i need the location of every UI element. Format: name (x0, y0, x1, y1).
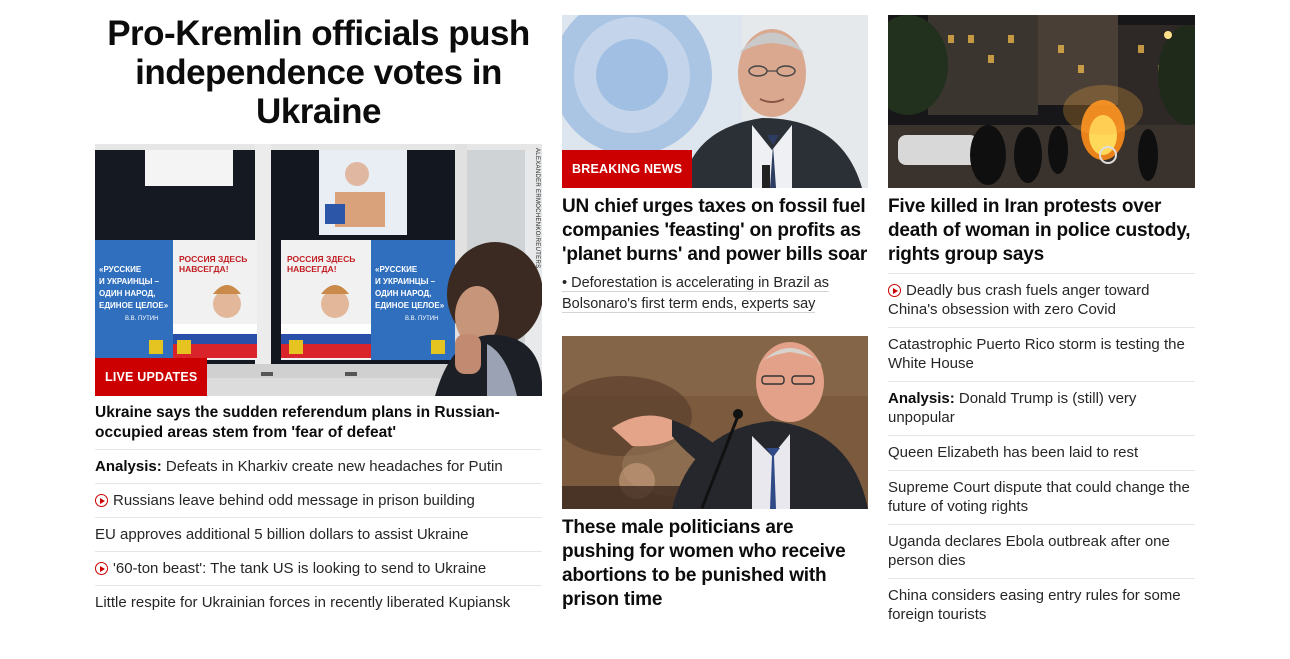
analysis-label: Analysis: (888, 390, 955, 407)
video-play-icon (95, 494, 108, 507)
svg-text:ОДИН НАРОД,: ОДИН НАРОД, (99, 289, 155, 298)
svg-text:РОССИЯ ЗДЕСЬ: РОССИЯ ЗДЕСЬ (287, 254, 355, 264)
right-headline-item-link[interactable]: Deadly bus crash fuels anger toward Chin… (888, 282, 1149, 318)
iran-protest-headline[interactable]: Five killed in Iran protests over death … (888, 195, 1195, 274)
male-politicians-headline[interactable]: These male politicians are pushing for w… (562, 516, 868, 612)
right-headline-item[interactable]: Queen Elizabeth has been laid to rest (888, 436, 1195, 471)
lead-related-item-text: Little respite for Ukrainian forces in r… (95, 594, 511, 611)
right-headline-item[interactable]: Catastrophic Puerto Rico storm is testin… (888, 328, 1195, 382)
video-play-icon (95, 562, 108, 575)
svg-text:НАВСЕГДА!: НАВСЕГДА! (287, 264, 337, 274)
sub-link-wrapper: • Deforestation is accelerating in Brazi… (562, 273, 868, 314)
svg-text:В.В. ПУТИН: В.В. ПУТИН (125, 316, 158, 322)
politician-speaking-photo (562, 336, 868, 509)
analysis-label: Analysis: (95, 458, 162, 475)
breaking-news-badge[interactable]: BREAKING NEWS (562, 150, 693, 188)
svg-text:ЕДИНОЕ ЦЕЛОЕ»: ЕДИНОЕ ЦЕЛОЕ» (99, 301, 169, 310)
svg-text:ОДИН НАРОД,: ОДИН НАРОД, (375, 289, 431, 298)
lead-related-item-text: Russians leave behind odd message in pri… (113, 492, 475, 509)
right-headline-item[interactable]: Deadly bus crash fuels anger toward Chin… (888, 274, 1195, 328)
right-headlines-list: Deadly bus crash fuels anger toward Chin… (888, 274, 1195, 632)
lead-related-item[interactable]: '60-ton beast': The tank US is looking t… (95, 552, 542, 586)
lead-story-image[interactable]: РОССИЯ ЗДЕСЬ НАВСЕГДА! РОССИЯ ЗДЕСЬ НАВС… (95, 144, 542, 396)
lead-related-item[interactable]: EU approves additional 5 billion dollars… (95, 518, 542, 552)
right-headline-item-text: Deadly bus crash fuels anger toward Chin… (888, 282, 1150, 318)
lead-related-item[interactable]: Analysis: Defeats in Kharkiv create new … (95, 450, 542, 484)
lead-related-item-link[interactable]: '60-ton beast': The tank US is looking t… (95, 560, 486, 577)
lead-story-title[interactable]: Pro-Kremlin officials push independence … (95, 14, 542, 131)
iran-protest-image[interactable] (888, 15, 1195, 188)
lead-related-item[interactable]: Russians leave behind odd message in pri… (95, 484, 542, 518)
lead-story-title-link[interactable]: Pro-Kremlin officials push independence … (107, 14, 530, 131)
lead-related-item[interactable]: Little respite for Ukrainian forces in r… (95, 586, 542, 619)
right-headline-item[interactable]: China considers easing entry rules for s… (888, 579, 1195, 632)
svg-text:«РУССКИЕ: «РУССКИЕ (99, 265, 142, 274)
svg-text:НАВСЕГДА!: НАВСЕГДА! (179, 264, 229, 274)
right-headline-item-link[interactable]: Catastrophic Puerto Rico storm is testin… (888, 336, 1185, 372)
right-headline-item[interactable]: Uganda declares Ebola outbreak after one… (888, 525, 1195, 579)
lead-story-column: Pro-Kremlin officials push independence … (95, 0, 542, 619)
lead-related-item-link[interactable]: EU approves additional 5 billion dollars… (95, 526, 469, 543)
right-headline-item-link[interactable]: China considers easing entry rules for s… (888, 587, 1181, 623)
right-column: Five killed in Iran protests over death … (888, 0, 1195, 632)
right-headline-item-text: China considers easing entry rules for s… (888, 587, 1181, 623)
right-headline-item[interactable]: Supreme Court dispute that could change … (888, 471, 1195, 525)
right-headline-item-link[interactable]: Analysis: Donald Trump is (still) very u… (888, 390, 1136, 426)
iran-protest-photo (888, 15, 1195, 188)
lead-related-item-link[interactable]: Russians leave behind odd message in pri… (95, 492, 475, 509)
lead-related-item-text: '60-ton beast': The tank US is looking t… (113, 560, 487, 577)
right-headline-item-text: Catastrophic Puerto Rico storm is testin… (888, 336, 1185, 372)
svg-text:ЕДИНОЕ ЦЕЛОЕ»: ЕДИНОЕ ЦЕЛОЕ» (375, 301, 445, 310)
middle-column: BREAKING NEWS UN chief urges taxes on fo… (562, 0, 868, 612)
live-updates-badge[interactable]: LIVE UPDATES (95, 358, 208, 396)
un-chief-image[interactable]: BREAKING NEWS (562, 15, 868, 188)
deforestation-sub-link[interactable]: • Deforestation is accelerating in Brazi… (562, 275, 830, 313)
lead-related-list: Analysis: Defeats in Kharkiv create new … (95, 450, 542, 619)
lead-related-item-text: Defeats in Kharkiv create new headaches … (165, 458, 503, 475)
svg-text:И УКРАИНЦЫ –: И УКРАИНЦЫ – (375, 277, 436, 286)
lead-related-item-link[interactable]: Analysis: Defeats in Kharkiv create new … (95, 458, 503, 475)
svg-text:И УКРАИНЦЫ –: И УКРАИНЦЫ – (99, 277, 160, 286)
right-headline-item-text: Supreme Court dispute that could change … (888, 479, 1190, 515)
right-headline-item[interactable]: Analysis: Donald Trump is (still) very u… (888, 382, 1195, 436)
right-headline-item-link[interactable]: Queen Elizabeth has been laid to rest (888, 444, 1138, 461)
lead-related-item-text: EU approves additional 5 billion dollars… (95, 526, 469, 543)
right-headline-item-text: Queen Elizabeth has been laid to rest (888, 444, 1139, 461)
image-credit: ALEXANDER ERMOCHENKO/REUTERS (534, 148, 540, 269)
right-headline-item-link[interactable]: Uganda declares Ebola outbreak after one… (888, 533, 1170, 569)
lead-related-item-link[interactable]: Little respite for Ukrainian forces in r… (95, 594, 510, 611)
right-headline-item-link[interactable]: Supreme Court dispute that could change … (888, 479, 1190, 515)
svg-text:В.В. ПУТИН: В.В. ПУТИН (405, 316, 438, 322)
svg-text:«РУССКИЕ: «РУССКИЕ (375, 265, 418, 274)
video-play-icon (888, 284, 901, 297)
un-chief-headline[interactable]: UN chief urges taxes on fossil fuel comp… (562, 195, 868, 267)
male-politicians-image[interactable] (562, 336, 868, 509)
svg-text:РОССИЯ ЗДЕСЬ: РОССИЯ ЗДЕСЬ (179, 254, 247, 264)
right-headline-item-text: Uganda declares Ebola outbreak after one… (888, 533, 1170, 569)
lead-story-headline[interactable]: Ukraine says the sudden referendum plans… (95, 403, 542, 450)
